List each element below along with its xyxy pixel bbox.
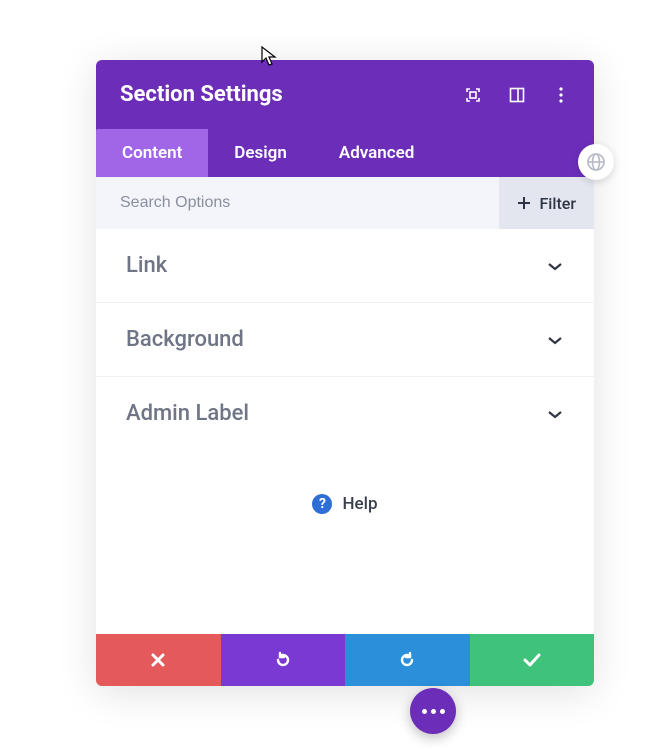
filter-button[interactable]: Filter: [499, 177, 594, 229]
undo-icon: [274, 651, 292, 669]
chevron-down-icon: [546, 408, 564, 420]
undo-button[interactable]: [221, 634, 346, 686]
floating-menu-button[interactable]: [410, 688, 456, 734]
settings-modal: Section Settings Content: [96, 60, 594, 686]
chevron-down-icon: [546, 334, 564, 346]
tab-bar: Content Design Advanced: [96, 129, 594, 177]
dot-icon: [440, 709, 445, 714]
modal-footer: [96, 634, 594, 686]
accordion-label: Link: [126, 253, 167, 278]
redo-icon: [398, 651, 416, 669]
modal-title: Section Settings: [120, 82, 283, 107]
accordion-item-background[interactable]: Background: [96, 303, 594, 377]
filter-label: Filter: [539, 194, 576, 213]
chevron-down-icon: [546, 260, 564, 272]
help-label: Help: [342, 494, 377, 514]
help-icon: ?: [312, 494, 332, 514]
cancel-button[interactable]: [96, 634, 221, 686]
options-accordion: Link Background Admin Label: [96, 229, 594, 450]
modal-header: Section Settings: [96, 60, 594, 129]
accordion-label: Background: [126, 327, 244, 352]
search-input[interactable]: [120, 194, 499, 212]
tab-content[interactable]: Content: [96, 129, 208, 177]
redo-button[interactable]: [345, 634, 470, 686]
accordion-item-admin-label[interactable]: Admin Label: [96, 377, 594, 450]
tab-design[interactable]: Design: [208, 129, 313, 177]
dot-icon: [422, 709, 427, 714]
responsive-preview-button[interactable]: [578, 144, 614, 180]
header-actions: [464, 86, 570, 104]
search-bar: Filter: [96, 177, 594, 229]
panel-layout-icon[interactable]: [508, 86, 526, 104]
accordion-item-link[interactable]: Link: [96, 229, 594, 303]
globe-icon: [586, 152, 606, 172]
expand-icon[interactable]: [464, 86, 482, 104]
close-icon: [150, 652, 166, 668]
tab-advanced[interactable]: Advanced: [313, 129, 441, 177]
check-icon: [522, 652, 542, 668]
plus-icon: [517, 196, 531, 210]
accordion-label: Admin Label: [126, 401, 249, 426]
save-button[interactable]: [470, 634, 595, 686]
more-icon[interactable]: [552, 86, 570, 104]
dot-icon: [431, 709, 436, 714]
help-link[interactable]: ? Help: [96, 450, 594, 634]
